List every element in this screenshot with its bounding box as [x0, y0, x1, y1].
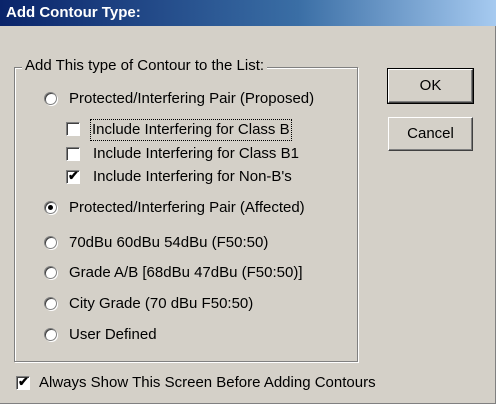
checkbox-box[interactable] [66, 147, 80, 161]
radio-label: Protected/Interfering Pair (Proposed) [69, 90, 315, 107]
checkbox-label: Include Interfering for Class B [90, 119, 292, 141]
checkbox-label: Include Interfering for Non-B's [93, 168, 292, 185]
radio-label: City Grade (70 dBu F50:50) [69, 295, 254, 312]
radio-label: Grade A/B [68dBu 47dBu (F50:50)] [69, 264, 303, 281]
checkbox-box[interactable]: ✔ [16, 374, 30, 390]
checkbox-label: Include Interfering for Class B1 [93, 145, 299, 162]
checkbox-box[interactable] [66, 122, 80, 136]
checkbox-box[interactable]: ✔ [66, 168, 80, 184]
radio-button[interactable] [44, 297, 57, 310]
radio-label: User Defined [69, 326, 157, 343]
dialog-title: Add Contour Type: [0, 0, 496, 26]
radio-button[interactable] [44, 236, 57, 249]
radio-button[interactable] [44, 201, 57, 214]
radio-label: 70dBu 60dBu 54dBu (F50:50) [69, 234, 269, 251]
add-contour-dialog: Add Contour Type: Add This type of Conto… [0, 0, 496, 404]
group-label: Add This type of Contour to the List: [22, 57, 268, 75]
radio-button[interactable] [44, 328, 57, 341]
radio-button[interactable] [44, 92, 57, 105]
check-mark-icon: ✔ [18, 374, 29, 389]
checkbox-label: Always Show This Screen Before Adding Co… [39, 374, 376, 391]
radio-label: Protected/Interfering Pair (Affected) [69, 199, 305, 216]
radio-button[interactable] [44, 266, 57, 279]
check-mark-icon: ✔ [68, 168, 79, 183]
cancel-button[interactable]: Cancel [388, 117, 473, 151]
radio-selected-dot [48, 205, 53, 210]
ok-button[interactable]: OK [387, 68, 474, 104]
